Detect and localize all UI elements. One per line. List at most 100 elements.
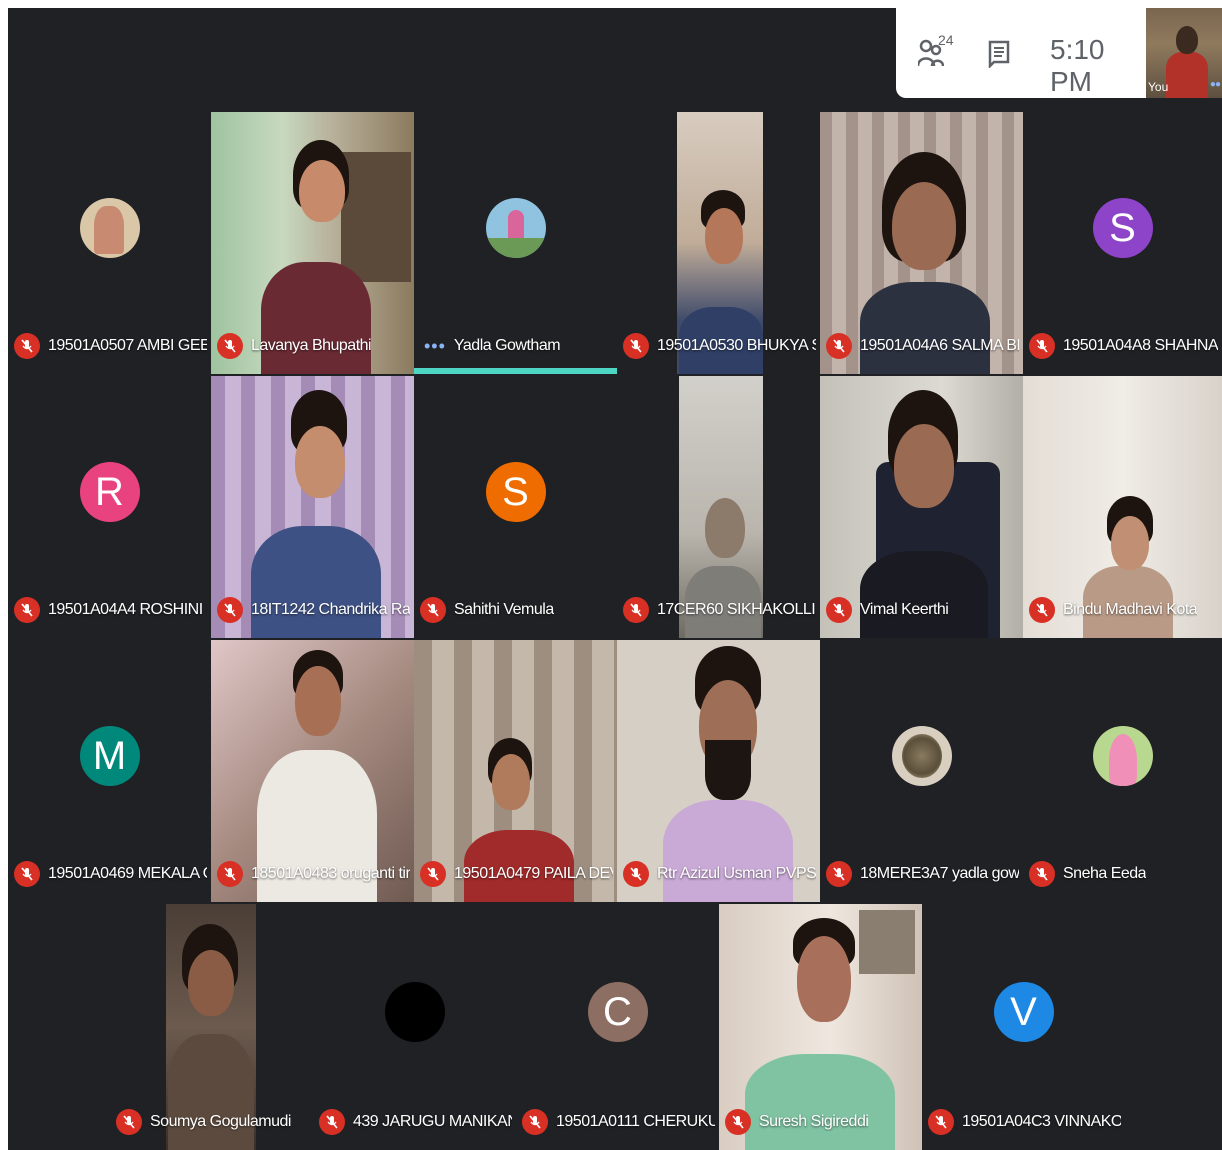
participant-name: Rtr Azizul Usman PVPSIT: [657, 865, 816, 882]
participant-name: 19501A04A6 SALMA BE...: [860, 337, 1019, 354]
participant-tile[interactable]: 19501A04A6 SALMA BE...: [820, 112, 1023, 374]
participant-name: Bindu Madhavi Kota: [1063, 601, 1198, 618]
participant-avatar: [485, 198, 546, 258]
participants-button[interactable]: 24: [916, 32, 958, 72]
video-person-head: [188, 950, 234, 1016]
participant-name: 19501A04A8 SHAHNAZ ...: [1063, 337, 1218, 354]
participant-tile[interactable]: Lavanya Bhupathi: [211, 112, 414, 374]
mic-off-icon: [826, 597, 852, 623]
self-label: You: [1148, 80, 1169, 94]
participant-name: 19501A0530 BHUKYA SA...: [657, 337, 816, 354]
participant-name: Yadla Gowtham: [453, 337, 561, 354]
participant-avatar: [79, 198, 140, 258]
mic-off-icon: [522, 1109, 548, 1135]
mic-off-icon: [826, 333, 852, 359]
video-window: [341, 152, 411, 282]
video-person-head: [797, 936, 851, 1022]
participant-tile[interactable]: 439 JARUGU MANIKANTH: [313, 904, 516, 1150]
participant-avatar: [1092, 726, 1153, 786]
participant-name: Soumya Gogulamudi: [150, 1113, 291, 1130]
participant-tile[interactable]: 18IT1242 Chandrika Rani: [211, 376, 414, 638]
video-person-body: [860, 551, 988, 638]
participant-tile[interactable]: Bindu Madhavi Kota: [1023, 376, 1222, 638]
participant-name: 18MERE3A7 yadla gowth...: [860, 865, 1019, 882]
participant-avatar: M: [79, 726, 140, 786]
participant-tile[interactable]: 19501A0530 BHUKYA SA...: [617, 112, 820, 374]
mic-off-icon: [116, 1109, 142, 1135]
participant-tile[interactable]: R 19501A04A4 ROSHINI PA...: [8, 376, 211, 638]
participant-name: Vimal Keerthi: [860, 601, 949, 618]
participant-name: 439 JARUGU MANIKANTH: [353, 1113, 512, 1130]
participant-tile[interactable]: ••• Yadla Gowtham: [414, 112, 617, 374]
participant-avatar: [891, 726, 952, 786]
participant-name: 19501A04A4 ROSHINI PA...: [48, 601, 207, 618]
participant-tile[interactable]: C 19501A0111 CHERUKU A...: [516, 904, 719, 1150]
chat-icon: [988, 40, 1010, 70]
video-person-head: [1111, 516, 1149, 570]
mic-off-icon: [14, 861, 40, 887]
participant-tile[interactable]: 19501A0507 AMBI GEET...: [8, 112, 211, 374]
participant-tile[interactable]: Soumya Gogulamudi: [110, 904, 313, 1150]
video-person-head: [299, 160, 345, 222]
clock-time: 5:10 PM: [1050, 34, 1105, 97]
participant-name: Suresh Sigireddi: [759, 1113, 869, 1130]
video-person-head: [295, 426, 345, 498]
participant-avatar: S: [1092, 198, 1153, 258]
self-view-tile[interactable]: You ●●: [1146, 8, 1222, 98]
self-video-person: [1166, 52, 1208, 98]
video-person-beard: [705, 740, 751, 800]
more-options-icon[interactable]: ●●: [1210, 79, 1221, 90]
participant-tile[interactable]: Rtr Azizul Usman PVPSIT: [617, 640, 820, 902]
participant-tile[interactable]: Vimal Keerthi: [820, 376, 1023, 638]
mic-off-icon: [1029, 597, 1055, 623]
participant-name: 18501A0483 oruganti tiru...: [251, 865, 410, 882]
participant-name: 17CER60 SIKHAKOLLI ES...: [657, 601, 816, 618]
mic-off-icon: [420, 597, 446, 623]
participant-tile[interactable]: Suresh Sigireddi: [719, 904, 922, 1150]
video-person-head: [894, 424, 954, 508]
participant-avatar: [384, 982, 445, 1042]
video-person-head: [892, 182, 956, 270]
participant-avatar: R: [79, 462, 140, 522]
mic-off-icon: [1029, 861, 1055, 887]
participant-tile[interactable]: Sneha Eeda: [1023, 640, 1222, 902]
participant-tile[interactable]: S 19501A04A8 SHAHNAZ ...: [1023, 112, 1222, 374]
audio-level-icon: •••: [424, 336, 446, 356]
mic-off-icon: [14, 333, 40, 359]
chat-button[interactable]: [988, 40, 1014, 70]
participant-name: Sahithi Vemula: [454, 601, 554, 618]
participant-tile[interactable]: 18501A0483 oruganti tiru...: [211, 640, 414, 902]
mic-off-icon: [725, 1109, 751, 1135]
top-bar: 24 5:10 PM You ●●: [8, 8, 1222, 110]
participant-tile[interactable]: 19501A0479 PAILA DEVI ...: [414, 640, 617, 902]
participant-name: 19501A0111 CHERUKU A...: [556, 1113, 715, 1130]
participant-name: 19501A0479 PAILA DEVI ...: [454, 865, 613, 882]
participant-count: 24: [938, 32, 954, 48]
mic-off-icon: [623, 333, 649, 359]
participant-tile[interactable]: 18MERE3A7 yadla gowth...: [820, 640, 1023, 902]
video-person-body: [860, 282, 990, 374]
mic-off-icon: [319, 1109, 345, 1135]
mic-off-icon: [1029, 333, 1055, 359]
participant-name: 19501A0469 MEKALA CH...: [48, 865, 207, 882]
participant-avatar: C: [587, 982, 648, 1042]
participant-tile[interactable]: M 19501A0469 MEKALA CH...: [8, 640, 211, 902]
mic-off-icon: [826, 861, 852, 887]
mic-off-icon: [623, 861, 649, 887]
meeting-window: 24 5:10 PM You ●● 19501A0507 AMBI GEET.: [8, 8, 1222, 1150]
participant-name: Lavanya Bhupathi: [251, 337, 372, 354]
participant-tile[interactable]: S Sahithi Vemula: [414, 376, 617, 638]
participant-tile[interactable]: 17CER60 SIKHAKOLLI ES...: [617, 376, 820, 638]
participant-avatar: V: [993, 982, 1054, 1042]
mic-off-icon: [217, 597, 243, 623]
top-info-panel: 24 5:10 PM: [896, 8, 1146, 98]
participant-name: Sneha Eeda: [1063, 865, 1147, 882]
participant-name: 19501A0507 AMBI GEET...: [48, 337, 207, 354]
participant-tile[interactable]: V 19501A04C3 VINNAKOT...: [922, 904, 1125, 1150]
participant-name: 18IT1242 Chandrika Rani: [251, 601, 410, 618]
video-picture-frame: [859, 910, 915, 974]
mic-off-icon: [217, 861, 243, 887]
video-person-head: [705, 498, 745, 558]
speaking-indicator: [414, 368, 617, 374]
video-person-head: [492, 754, 530, 810]
